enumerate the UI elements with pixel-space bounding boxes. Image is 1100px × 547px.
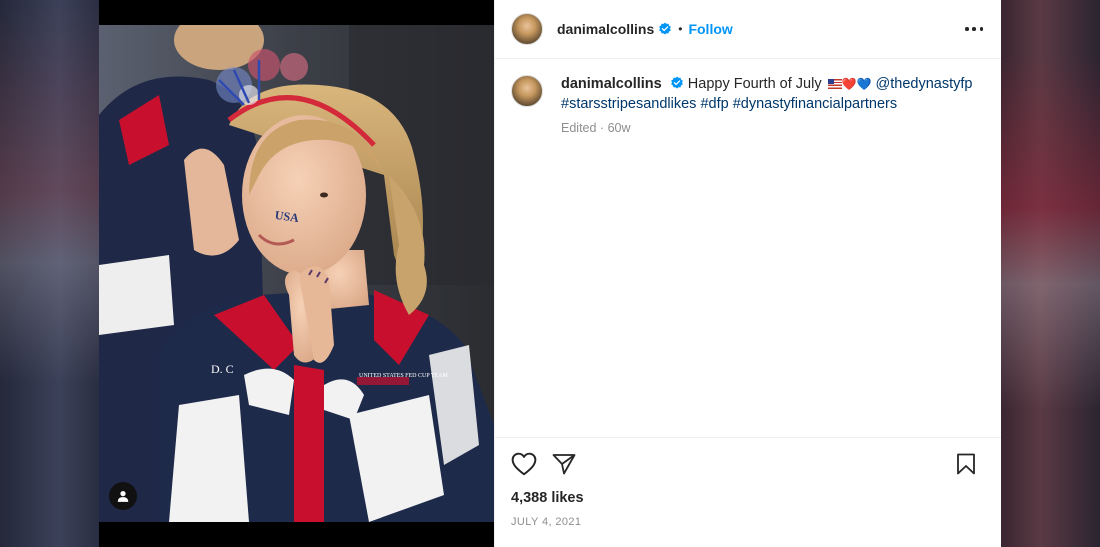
paper-plane-icon <box>552 454 576 475</box>
user-tag-button[interactable] <box>109 482 137 510</box>
share-button[interactable] <box>551 451 577 477</box>
bookmark-icon <box>957 453 975 475</box>
heart-icon <box>511 452 537 476</box>
caption-row: danimalcollins Happy Fourth of July ❤️💙 … <box>495 59 1001 135</box>
more-options-icon <box>965 27 969 31</box>
like-button[interactable] <box>511 451 537 477</box>
heart-emojis: ❤️💙 <box>841 77 872 91</box>
verified-badge-icon <box>670 76 683 89</box>
post-age[interactable]: 60w <box>608 121 631 135</box>
actions-area: 4,388 likes JULY 4, 2021 <box>495 437 1001 547</box>
photo-illustration: USA D. C UNITED STATES FED CUP TEAM <box>99 25 494 522</box>
hashtag-link[interactable]: #dynastyfinancialpartners <box>733 96 897 112</box>
separator-dot: • <box>678 22 683 36</box>
verified-badge-icon <box>659 22 672 35</box>
follow-button[interactable]: Follow <box>688 21 732 37</box>
caption-text: danimalcollins Happy Fourth of July ❤️💙 … <box>561 75 981 114</box>
caption-username[interactable]: danimalcollins <box>561 76 662 92</box>
us-flag-emoji-icon <box>827 79 842 89</box>
edited-label: Edited <box>561 121 597 135</box>
avatar[interactable] <box>511 13 543 45</box>
header-username[interactable]: danimalcollins <box>557 21 654 37</box>
mention-link[interactable]: @thedynastyfp <box>876 76 973 92</box>
caption-body: danimalcollins Happy Fourth of July ❤️💙 … <box>561 75 981 135</box>
like-count[interactable]: 4,388 likes <box>511 490 985 506</box>
meta-separator: · <box>596 121 608 135</box>
caption-avatar[interactable] <box>511 75 543 107</box>
jacket-badge-text: UNITED STATES FED CUP TEAM <box>359 373 449 379</box>
post-modal: USA D. C UNITED STATES FED CUP TEAM dani… <box>99 0 1001 547</box>
post-photo[interactable]: USA D. C UNITED STATES FED CUP TEAM <box>99 25 494 522</box>
blurred-background-right <box>1001 0 1100 547</box>
save-button[interactable] <box>953 451 979 477</box>
caption-message: Happy Fourth of July <box>687 76 822 92</box>
post-date: JULY 4, 2021 <box>511 516 582 528</box>
jacket-name-text: D. C <box>211 362 234 376</box>
caption-meta: Edited · 60w <box>561 121 981 135</box>
user-tag-icon <box>117 491 129 502</box>
more-options-button[interactable] <box>965 22 983 36</box>
post-header: danimalcollins • Follow <box>495 0 1001 59</box>
hashtag-link[interactable]: #dfp <box>700 96 728 112</box>
hashtag-link[interactable]: #starsstripesandlikes <box>561 96 696 112</box>
blurred-background-left <box>0 0 99 547</box>
action-bar <box>511 438 985 490</box>
post-media: USA D. C UNITED STATES FED CUP TEAM <box>99 0 494 547</box>
post-sidebar: danimalcollins • Follow danimalcollins H… <box>494 0 1001 547</box>
